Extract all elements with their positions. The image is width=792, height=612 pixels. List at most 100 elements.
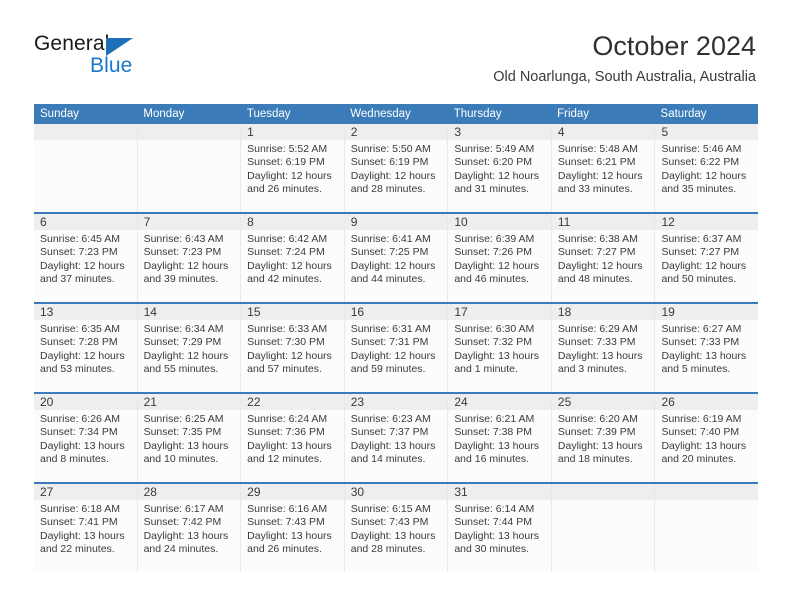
calendar-day-cell[interactable]: 19 Sunrise: 6:27 AM Sunset: 7:33 PM Dayligh… (655, 304, 759, 392)
daylight-text-line2: and 16 minutes. (454, 453, 530, 466)
calendar-day-cell[interactable]: 28 Sunrise: 6:17 AM Sunset: 7:42 PM Dayligh… (137, 484, 242, 572)
sunset-text: Sunset: 7:27 PM (661, 246, 740, 259)
sunrise-text: Sunrise: 6:21 AM (454, 413, 535, 425)
calendar-day-cell[interactable]: 29 Sunrise: 6:16 AM Sunset: 7:43 PM Dayligh… (241, 484, 345, 572)
sunrise-text: Sunrise: 5:52 AM (247, 143, 328, 155)
calendar-day-cell[interactable]: 17 Sunrise: 6:30 AM Sunset: 7:32 PM Dayligh… (448, 304, 552, 392)
day-details: Sunrise: 6:27 AM Sunset: 7:33 PM Daylight:… (655, 320, 758, 377)
calendar-day-cell[interactable]: 12 Sunrise: 6:37 AM Sunset: 7:27 PM Dayligh… (655, 214, 759, 302)
daylight-text-line2: and 10 minutes. (143, 453, 219, 466)
day-details: Sunrise: 6:15 AM Sunset: 7:43 PM Daylight:… (345, 500, 448, 557)
calendar-day-cell[interactable]: 20 Sunrise: 6:26 AM Sunset: 7:34 PM Dayligh… (34, 394, 138, 482)
sunset-text: Sunset: 7:39 PM (557, 426, 636, 439)
calendar-day-cell[interactable]: 1 Sunrise: 5:52 AM Sunset: 6:19 PM Daylight… (241, 124, 345, 212)
weekday-header-thursday: Thursday (453, 108, 502, 120)
calendar-day-cell[interactable]: 26 Sunrise: 6:19 AM Sunset: 7:40 PM Dayligh… (655, 394, 759, 482)
day-details: Sunrise: 6:43 AM Sunset: 7:23 PM Daylight:… (138, 230, 241, 287)
day-number: 23 (344, 394, 448, 410)
calendar-day-cell[interactable]: 7 Sunrise: 6:43 AM Sunset: 7:23 PM Daylight… (137, 214, 242, 302)
calendar-day-cell[interactable]: 23 Sunrise: 6:23 AM Sunset: 7:37 PM Dayligh… (344, 394, 449, 482)
calendar-day-cell[interactable]: 25 Sunrise: 6:20 AM Sunset: 7:39 PM Dayligh… (551, 394, 656, 482)
sunrise-text: Sunrise: 5:49 AM (454, 143, 535, 155)
title-block: October 2024 Old Noarlunga, South Austra… (493, 30, 756, 86)
daylight-text-line2: and 31 minutes. (454, 183, 530, 196)
weekday-header-friday: Friday (557, 108, 590, 120)
day-number: 15 (241, 304, 344, 320)
sunset-text: Sunset: 6:19 PM (350, 156, 429, 169)
calendar-day-cell[interactable]: 9 Sunrise: 6:41 AM Sunset: 7:25 PM Daylight… (344, 214, 449, 302)
day-number: 2 (344, 124, 448, 140)
sunrise-text: Sunrise: 6:31 AM (350, 323, 431, 335)
day-number: 27 (34, 484, 137, 500)
day-number: 18 (551, 304, 655, 320)
sunset-text: Sunset: 7:37 PM (350, 426, 429, 439)
calendar-day-cell[interactable]: 27 Sunrise: 6:18 AM Sunset: 7:41 PM Dayligh… (34, 484, 138, 572)
daylight-text-line2: and 26 minutes. (247, 183, 322, 196)
sunrise-text: Sunrise: 6:37 AM (661, 233, 742, 245)
sunrise-text: Sunrise: 6:17 AM (143, 503, 224, 515)
page-header: General Blue October 2024 Old Noarlunga,… (0, 0, 792, 100)
sunset-text: Sunset: 7:36 PM (247, 426, 325, 439)
day-number: 28 (137, 484, 241, 500)
calendar-day-cell[interactable]: 10 Sunrise: 6:39 AM Sunset: 7:26 PM Dayligh… (448, 214, 552, 302)
sunset-text: Sunset: 7:23 PM (40, 246, 118, 259)
calendar-day-cell[interactable]: 24 Sunrise: 6:21 AM Sunset: 7:38 PM Dayligh… (448, 394, 552, 482)
calendar-day-cell[interactable]: 14 Sunrise: 6:34 AM Sunset: 7:29 PM Dayligh… (137, 304, 242, 392)
calendar-day-cell-empty (655, 484, 759, 572)
daylight-text-line2: and 57 minutes. (247, 363, 322, 376)
calendar-day-cell[interactable]: 6 Sunrise: 6:45 AM Sunset: 7:23 PM Daylight… (34, 214, 138, 302)
calendar-day-cell[interactable]: 4 Sunrise: 5:48 AM Sunset: 6:21 PM Daylight… (551, 124, 656, 212)
daylight-text-line2: and 24 minutes. (143, 543, 219, 556)
day-number: 17 (448, 304, 551, 320)
daylight-text-line1: Daylight: 13 hours (143, 529, 229, 542)
daylight-text-line1: Daylight: 13 hours (247, 439, 332, 452)
sunrise-text: Sunrise: 6:35 AM (40, 323, 120, 335)
daylight-text-line2: and 50 minutes. (661, 273, 737, 286)
day-details: Sunrise: 6:17 AM Sunset: 7:42 PM Daylight:… (138, 500, 241, 557)
calendar-day-cell[interactable]: 13 Sunrise: 6:35 AM Sunset: 7:28 PM Dayligh… (34, 304, 138, 392)
calendar-day-cell[interactable]: 16 Sunrise: 6:31 AM Sunset: 7:31 PM Dayligh… (344, 304, 449, 392)
logo-text-blue: Blue (90, 54, 133, 77)
day-number: 25 (551, 394, 655, 410)
daylight-text-line1: Daylight: 12 hours (40, 349, 125, 362)
sunset-text: Sunset: 6:21 PM (557, 156, 636, 169)
daylight-text-line2: and 46 minutes. (454, 273, 530, 286)
calendar-day-cell[interactable]: 22 Sunrise: 6:24 AM Sunset: 7:36 PM Dayligh… (241, 394, 345, 482)
calendar-day-cell[interactable]: 31 Sunrise: 6:14 AM Sunset: 7:44 PM Dayligh… (448, 484, 552, 572)
weekday-header-tuesday: Tuesday (246, 108, 291, 120)
general-blue-logo[interactable]: General Blue (34, 32, 214, 84)
daylight-text-line1: Daylight: 13 hours (661, 439, 747, 452)
sunrise-text: Sunrise: 6:38 AM (557, 233, 638, 245)
day-details: Sunrise: 6:30 AM Sunset: 7:32 PM Daylight:… (448, 320, 551, 377)
day-details: Sunrise: 6:19 AM Sunset: 7:40 PM Daylight:… (655, 410, 758, 467)
sunrise-text: Sunrise: 6:23 AM (350, 413, 431, 425)
day-details: Sunrise: 6:14 AM Sunset: 7:44 PM Daylight:… (448, 500, 551, 557)
sunset-text: Sunset: 7:27 PM (557, 246, 636, 259)
daylight-text-line2: and 42 minutes. (247, 273, 322, 286)
calendar-day-cell[interactable]: 15 Sunrise: 6:33 AM Sunset: 7:30 PM Dayligh… (241, 304, 345, 392)
day-number (34, 124, 137, 140)
sunrise-text: Sunrise: 6:14 AM (454, 503, 535, 515)
calendar-day-cell[interactable]: 5 Sunrise: 5:46 AM Sunset: 6:22 PM Daylight… (655, 124, 759, 212)
daylight-text-line2: and 28 minutes. (350, 543, 426, 556)
calendar-day-cell[interactable]: 18 Sunrise: 6:29 AM Sunset: 7:33 PM Dayligh… (551, 304, 656, 392)
calendar-day-cell[interactable]: 11 Sunrise: 6:38 AM Sunset: 7:27 PM Dayligh… (551, 214, 656, 302)
calendar-day-cell[interactable]: 21 Sunrise: 6:25 AM Sunset: 7:35 PM Dayligh… (137, 394, 242, 482)
day-number: 8 (241, 214, 344, 230)
calendar-day-cell[interactable]: 30 Sunrise: 6:15 AM Sunset: 7:43 PM Dayligh… (344, 484, 449, 572)
day-number: 31 (448, 484, 551, 500)
calendar-week-row: 6 Sunrise: 6:45 AM Sunset: 7:23 PM Daylight… (34, 212, 759, 302)
sunrise-text: Sunrise: 6:27 AM (661, 323, 742, 335)
day-details: Sunrise: 6:33 AM Sunset: 7:30 PM Daylight:… (241, 320, 344, 377)
sunrise-text: Sunrise: 6:41 AM (350, 233, 431, 245)
sunrise-text: Sunrise: 6:25 AM (143, 413, 224, 425)
weekday-header-row: Sunday Monday Tuesday Wednesday Thursday… (34, 104, 758, 124)
calendar-day-cell[interactable]: 8 Sunrise: 6:42 AM Sunset: 7:24 PM Daylight… (241, 214, 345, 302)
day-number: 12 (655, 214, 759, 230)
calendar-day-cell[interactable]: 2 Sunrise: 5:50 AM Sunset: 6:19 PM Daylight… (344, 124, 449, 212)
sunset-text: Sunset: 7:30 PM (247, 336, 325, 349)
sunset-text: Sunset: 6:19 PM (247, 156, 325, 169)
calendar-page: General Blue October 2024 Old Noarlunga,… (0, 0, 792, 612)
calendar-day-cell[interactable]: 3 Sunrise: 5:49 AM Sunset: 6:20 PM Daylight… (448, 124, 552, 212)
sunset-text: Sunset: 7:35 PM (143, 426, 222, 439)
